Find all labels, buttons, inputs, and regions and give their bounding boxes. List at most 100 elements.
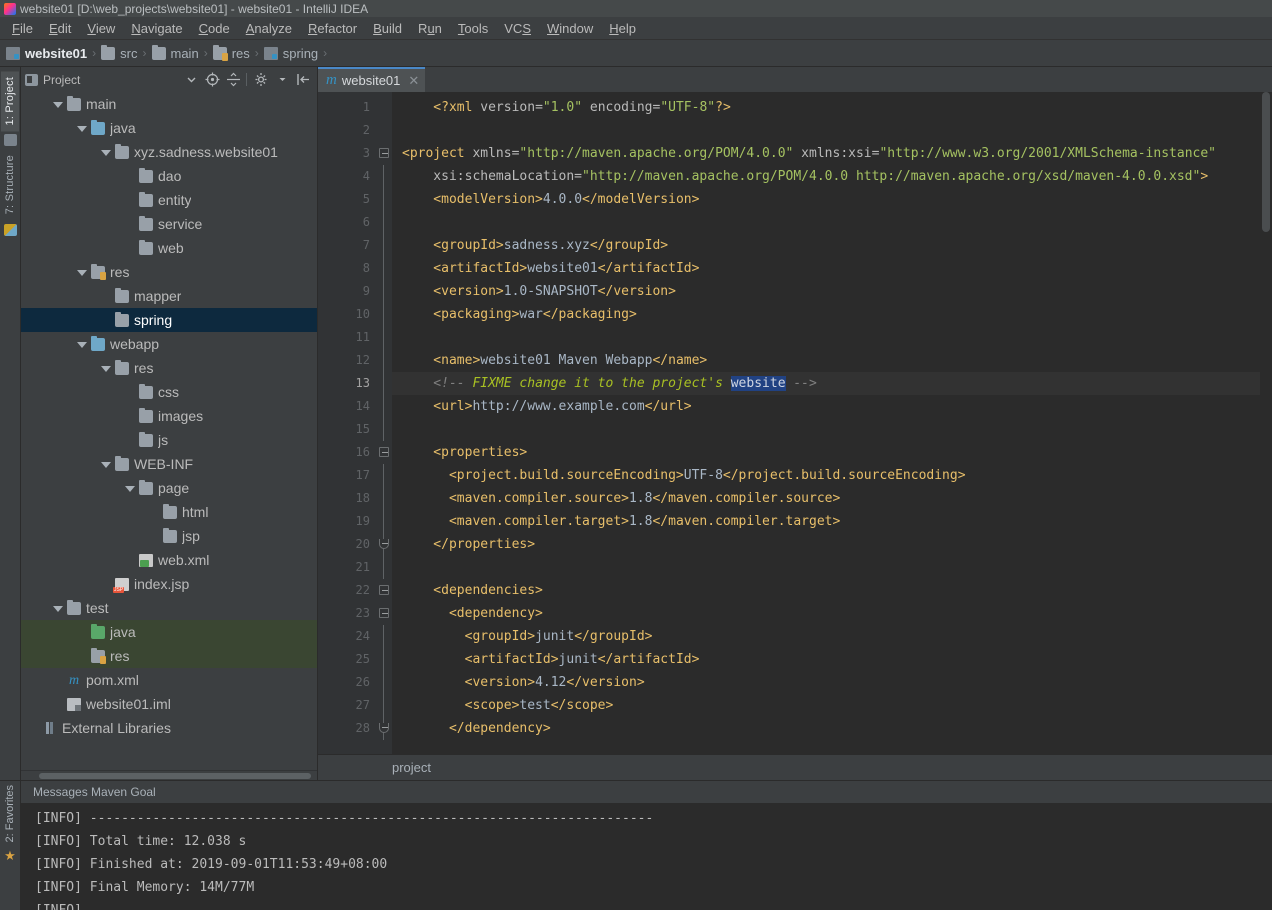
fold-marker[interactable] — [378, 717, 392, 740]
tree-node-web[interactable]: web — [21, 236, 317, 260]
tree-node-external-libraries[interactable]: External Libraries — [21, 716, 317, 740]
menu-item-vcs[interactable]: VCS — [496, 19, 539, 38]
project-tree[interactable]: main java xyz.sadness.website01 dao entity se… — [21, 92, 317, 770]
project-tree-hscrollbar[interactable] — [21, 770, 317, 780]
tree-node-web-inf[interactable]: WEB-INF — [21, 452, 317, 476]
tree-node-jsp[interactable]: jsp — [21, 524, 317, 548]
gear-dropdown-icon[interactable] — [273, 70, 292, 89]
menu-item-run[interactable]: Run — [410, 19, 450, 38]
fold-marker[interactable] — [378, 533, 392, 556]
scrollbar-thumb[interactable] — [1262, 92, 1270, 232]
menu-item-tools[interactable]: Tools — [450, 19, 496, 38]
code-line[interactable] — [392, 326, 1260, 349]
tree-node-webapp[interactable]: webapp — [21, 332, 317, 356]
fold-toggle-icon[interactable] — [379, 148, 389, 158]
code-line[interactable]: xsi:schemaLocation="http://maven.apache.… — [392, 165, 1260, 188]
menu-item-window[interactable]: Window — [539, 19, 601, 38]
code-line[interactable]: <maven.compiler.source>1.8</maven.compil… — [392, 487, 1260, 510]
tree-node-service[interactable]: service — [21, 212, 317, 236]
tree-node-index-jsp[interactable]: index.jsp — [21, 572, 317, 596]
code-line[interactable]: <url>http://www.example.com</url> — [392, 395, 1260, 418]
gear-icon[interactable] — [252, 70, 271, 89]
code-line[interactable]: <packaging>war</packaging> — [392, 303, 1260, 326]
breadcrumb-item-website01[interactable]: website01 — [6, 46, 87, 61]
menu-item-refactor[interactable]: Refactor — [300, 19, 365, 38]
tree-node-java[interactable]: java — [21, 116, 317, 140]
fold-marker[interactable] — [378, 579, 392, 602]
breadcrumb-item-src[interactable]: src — [101, 44, 138, 61]
tree-node-web-xml[interactable]: web.xml — [21, 548, 317, 572]
chevron-down-icon[interactable] — [53, 603, 64, 614]
code-line[interactable] — [392, 418, 1260, 441]
code-line[interactable]: </properties> — [392, 533, 1260, 556]
code-line[interactable]: <properties> — [392, 441, 1260, 464]
fold-marker[interactable] — [378, 142, 392, 165]
menu-item-edit[interactable]: Edit — [41, 19, 79, 38]
tree-node-res[interactable]: res — [21, 356, 317, 380]
chevron-down-icon[interactable] — [182, 70, 201, 89]
close-icon[interactable]: ✕ — [408, 73, 419, 89]
code-line[interactable]: <name>website01 Maven Webapp</name> — [392, 349, 1260, 372]
fold-marker[interactable] — [378, 441, 392, 464]
console-output[interactable]: [INFO] ---------------------------------… — [21, 803, 1272, 910]
menu-item-view[interactable]: View — [79, 19, 123, 38]
tree-node-pom-xml[interactable]: m pom.xml — [21, 668, 317, 692]
code-line[interactable]: <version>4.12</version> — [392, 671, 1260, 694]
code-line[interactable]: <scope>test</scope> — [392, 694, 1260, 717]
code-line[interactable]: <project xmlns="http://maven.apache.org/… — [392, 142, 1260, 165]
sidebar-tab-structure[interactable]: 7: Structure — [1, 149, 19, 220]
menu-item-file[interactable]: File — [4, 19, 41, 38]
tree-node-website01-iml[interactable]: website01.iml — [21, 692, 317, 716]
tree-node-res[interactable]: res — [21, 260, 317, 284]
sidebar-tab-favorites[interactable]: 2: Favorites — [1, 781, 19, 846]
tree-node-test[interactable]: test — [21, 596, 317, 620]
code-line[interactable]: <artifactId>website01</artifactId> — [392, 257, 1260, 280]
sidebar-tab-project[interactable]: 1: Project — [1, 71, 19, 132]
chevron-down-icon[interactable] — [77, 123, 88, 134]
tree-node-res[interactable]: res — [21, 644, 317, 668]
tree-node-dao[interactable]: dao — [21, 164, 317, 188]
code-line[interactable]: <groupId>sadness.xyz</groupId> — [392, 234, 1260, 257]
scrollbar-thumb[interactable] — [39, 773, 311, 779]
fold-marker[interactable] — [378, 602, 392, 625]
tree-node-main[interactable]: main — [21, 92, 317, 116]
menu-item-navigate[interactable]: Navigate — [123, 19, 190, 38]
chevron-down-icon[interactable] — [101, 363, 112, 374]
tree-node-xyz-sadness-website01[interactable]: xyz.sadness.website01 — [21, 140, 317, 164]
code-editor[interactable]: 1 2 3 4 5 6 7 8 9 10 11 12 13 14 15 16 17 18 19 20 21 22 23 24 2… — [318, 92, 1272, 754]
hide-panel-icon[interactable] — [294, 70, 313, 89]
breadcrumb-item-res[interactable]: res — [212, 44, 250, 61]
breadcrumb-item-main[interactable]: main — [151, 44, 199, 61]
code-line[interactable]: <modelVersion>4.0.0</modelVersion> — [392, 188, 1260, 211]
tree-node-css[interactable]: css — [21, 380, 317, 404]
fold-toggle-icon[interactable] — [379, 723, 389, 733]
fold-toggle-icon[interactable] — [379, 539, 389, 549]
code-line[interactable] — [392, 119, 1260, 142]
fold-toggle-icon[interactable] — [379, 447, 389, 457]
menu-item-code[interactable]: Code — [191, 19, 238, 38]
tree-node-page[interactable]: page — [21, 476, 317, 500]
code-line[interactable]: <dependencies> — [392, 579, 1260, 602]
code-content[interactable]: <?xml version="1.0" encoding="UTF-8"?> <… — [392, 92, 1260, 754]
code-line[interactable]: <!-- FIXME change it to the project's we… — [392, 372, 1260, 395]
code-folding-column[interactable] — [378, 92, 392, 754]
chevron-down-icon[interactable] — [53, 99, 64, 110]
fold-toggle-icon[interactable] — [379, 585, 389, 595]
code-line[interactable]: <?xml version="1.0" encoding="UTF-8"?> — [392, 96, 1260, 119]
chevron-down-icon[interactable] — [101, 459, 112, 470]
tree-node-spring[interactable]: spring — [21, 308, 317, 332]
code-line[interactable] — [392, 211, 1260, 234]
code-line[interactable]: </dependency> — [392, 717, 1260, 740]
chevron-down-icon[interactable] — [125, 483, 136, 494]
editor-tab-website01[interactable]: m website01 ✕ — [318, 67, 426, 92]
code-line[interactable] — [392, 556, 1260, 579]
code-line[interactable]: <version>1.0-SNAPSHOT</version> — [392, 280, 1260, 303]
locate-icon[interactable] — [203, 70, 222, 89]
breadcrumb-item-spring[interactable]: spring — [263, 46, 318, 61]
tree-node-mapper[interactable]: mapper — [21, 284, 317, 308]
editor-vscrollbar[interactable] — [1260, 92, 1272, 754]
editor-breadcrumb-project[interactable]: project — [392, 760, 431, 775]
tree-node-images[interactable]: images — [21, 404, 317, 428]
code-line[interactable]: <maven.compiler.target>1.8</maven.compil… — [392, 510, 1260, 533]
menu-item-analyze[interactable]: Analyze — [238, 19, 300, 38]
